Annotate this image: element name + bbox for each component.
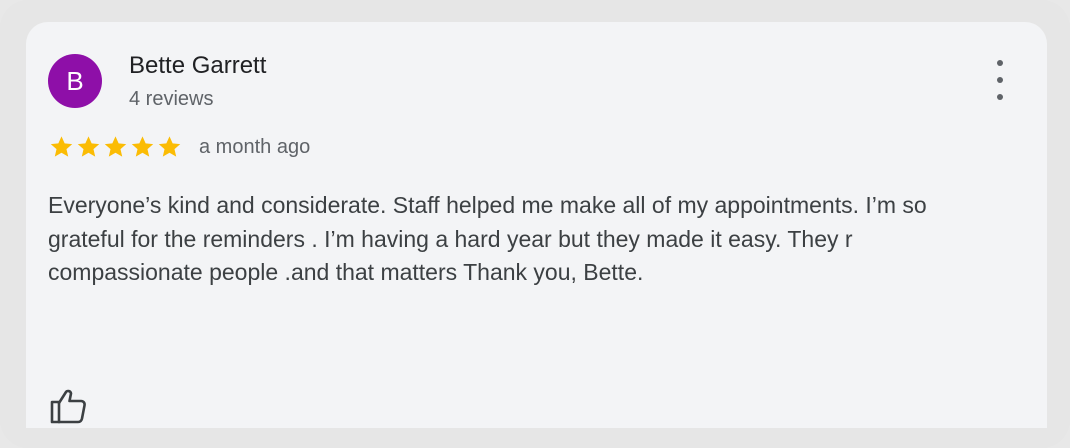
review-card: B Bette Garrett 4 reviews a month ago Ev… (26, 22, 1047, 428)
reviewer-name[interactable]: Bette Garrett (129, 52, 266, 80)
screenshot-frame: B Bette Garrett 4 reviews a month ago Ev… (0, 0, 1070, 448)
reviewer-review-count[interactable]: 4 reviews (129, 88, 213, 111)
avatar[interactable]: B (48, 54, 102, 108)
review-time: a month ago (199, 135, 311, 158)
rating-row: a month ago (48, 132, 310, 162)
star-icon (50, 136, 73, 157)
star-rating (48, 134, 183, 160)
thumbs-up-icon (50, 389, 86, 424)
star-icon (77, 136, 100, 157)
more-options-button[interactable] (988, 60, 1012, 100)
avatar-letter: B (66, 65, 84, 96)
review-text: Everyone’s kind and considerate. Staff h… (48, 192, 927, 285)
like-button[interactable] (48, 386, 88, 426)
more-vert-icon (997, 60, 1003, 66)
star-icon (104, 136, 127, 157)
star-icon (158, 136, 181, 157)
star-icon (131, 136, 154, 157)
